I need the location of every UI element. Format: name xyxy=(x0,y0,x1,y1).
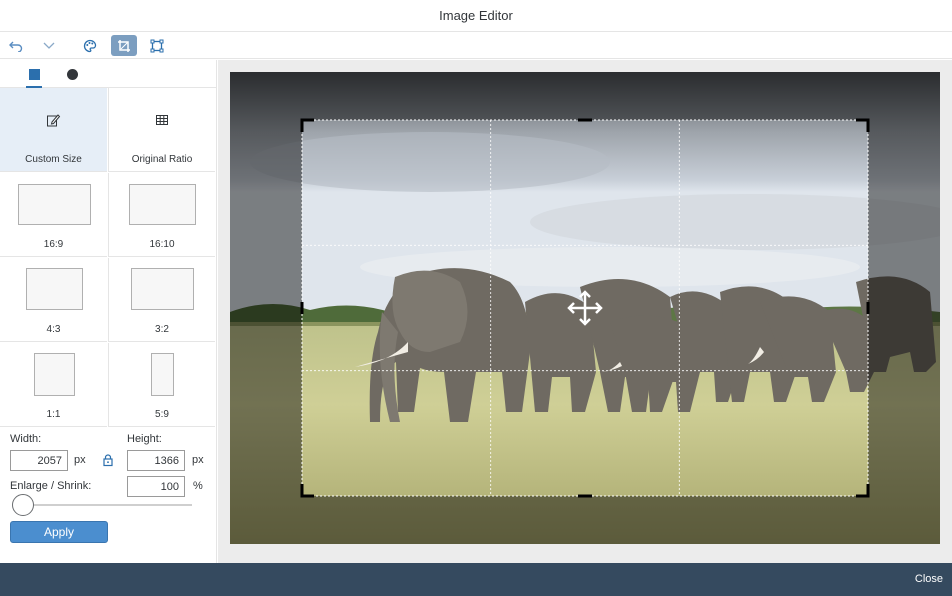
undo-icon xyxy=(9,41,23,52)
footer-bar: Close xyxy=(0,563,952,596)
ratio-label: Original Ratio xyxy=(131,154,193,165)
lock-aspect-button[interactable] xyxy=(101,453,115,467)
ratio-preview xyxy=(151,353,174,396)
ratio-3-2[interactable]: 3:2 xyxy=(108,258,215,342)
resize-button[interactable] xyxy=(144,35,170,56)
square-icon xyxy=(28,68,40,80)
width-input[interactable] xyxy=(10,450,68,471)
ratio-label: Custom Size xyxy=(25,154,82,165)
ratio-preview xyxy=(26,268,83,310)
edit-icon xyxy=(47,114,61,127)
ratio-preview xyxy=(34,353,75,396)
ratio-label: 3:2 xyxy=(155,324,169,335)
resize-icon xyxy=(150,39,164,52)
rectangle-shape-tab[interactable] xyxy=(19,60,49,88)
toolbar xyxy=(0,32,952,59)
close-button[interactable]: Close xyxy=(915,573,943,585)
image-canvas xyxy=(218,60,952,563)
ratio-5-9[interactable]: 5:9 xyxy=(108,343,215,427)
enlarge-shrink-label: Enlarge / Shrink: xyxy=(10,480,92,492)
apply-button[interactable]: Apply xyxy=(10,521,108,543)
crop-icon xyxy=(118,39,130,52)
photo-elephants[interactable] xyxy=(230,72,940,544)
filter-button[interactable] xyxy=(77,35,103,56)
shape-tabs xyxy=(0,60,216,88)
ratio-label: 16:9 xyxy=(43,239,64,250)
window-title: Image Editor xyxy=(439,8,513,23)
height-label: Height: xyxy=(127,433,162,445)
size-form: Width: Height: px px Enlarge / Shrink: %… xyxy=(0,428,216,563)
height-unit: px xyxy=(192,454,204,466)
ratio-16-9[interactable]: 16:9 xyxy=(0,173,107,257)
ratio-1-1[interactable]: 1:1 xyxy=(0,343,107,427)
ratio-preview xyxy=(131,268,194,310)
circle-icon xyxy=(66,68,78,80)
ratio-original[interactable]: Original Ratio xyxy=(108,88,215,172)
palette-icon xyxy=(83,39,97,52)
crop-button[interactable] xyxy=(111,35,137,56)
chevron-down-icon xyxy=(43,42,55,49)
circle-shape-tab[interactable] xyxy=(57,60,87,88)
width-label: Width: xyxy=(10,433,42,445)
ratio-label: 1:1 xyxy=(46,409,61,420)
title-bar: Image Editor xyxy=(0,0,952,32)
width-unit: px xyxy=(74,454,86,466)
undo-history-dropdown[interactable] xyxy=(36,35,62,56)
height-input[interactable] xyxy=(127,450,185,471)
ratio-custom-size[interactable]: Custom Size xyxy=(0,88,107,172)
lock-icon xyxy=(103,454,113,467)
percent-unit: % xyxy=(193,480,203,492)
ratio-preview xyxy=(18,184,91,225)
undo-button[interactable] xyxy=(3,35,29,56)
scale-slider-track[interactable] xyxy=(22,504,192,506)
scale-input[interactable] xyxy=(127,476,185,497)
crop-options-panel: Custom Size Original Ratio 16:9 16:10 4:… xyxy=(0,60,217,563)
ratio-label: 5:9 xyxy=(155,409,169,420)
ratio-label: 16:10 xyxy=(149,239,175,250)
scale-slider-handle[interactable] xyxy=(12,494,34,516)
table-icon xyxy=(156,115,168,125)
ratio-preview xyxy=(129,184,196,225)
ratio-16-10[interactable]: 16:10 xyxy=(108,173,215,257)
elephant-photo xyxy=(230,72,940,544)
ratio-label: 4:3 xyxy=(46,324,61,335)
ratio-4-3[interactable]: 4:3 xyxy=(0,258,107,342)
